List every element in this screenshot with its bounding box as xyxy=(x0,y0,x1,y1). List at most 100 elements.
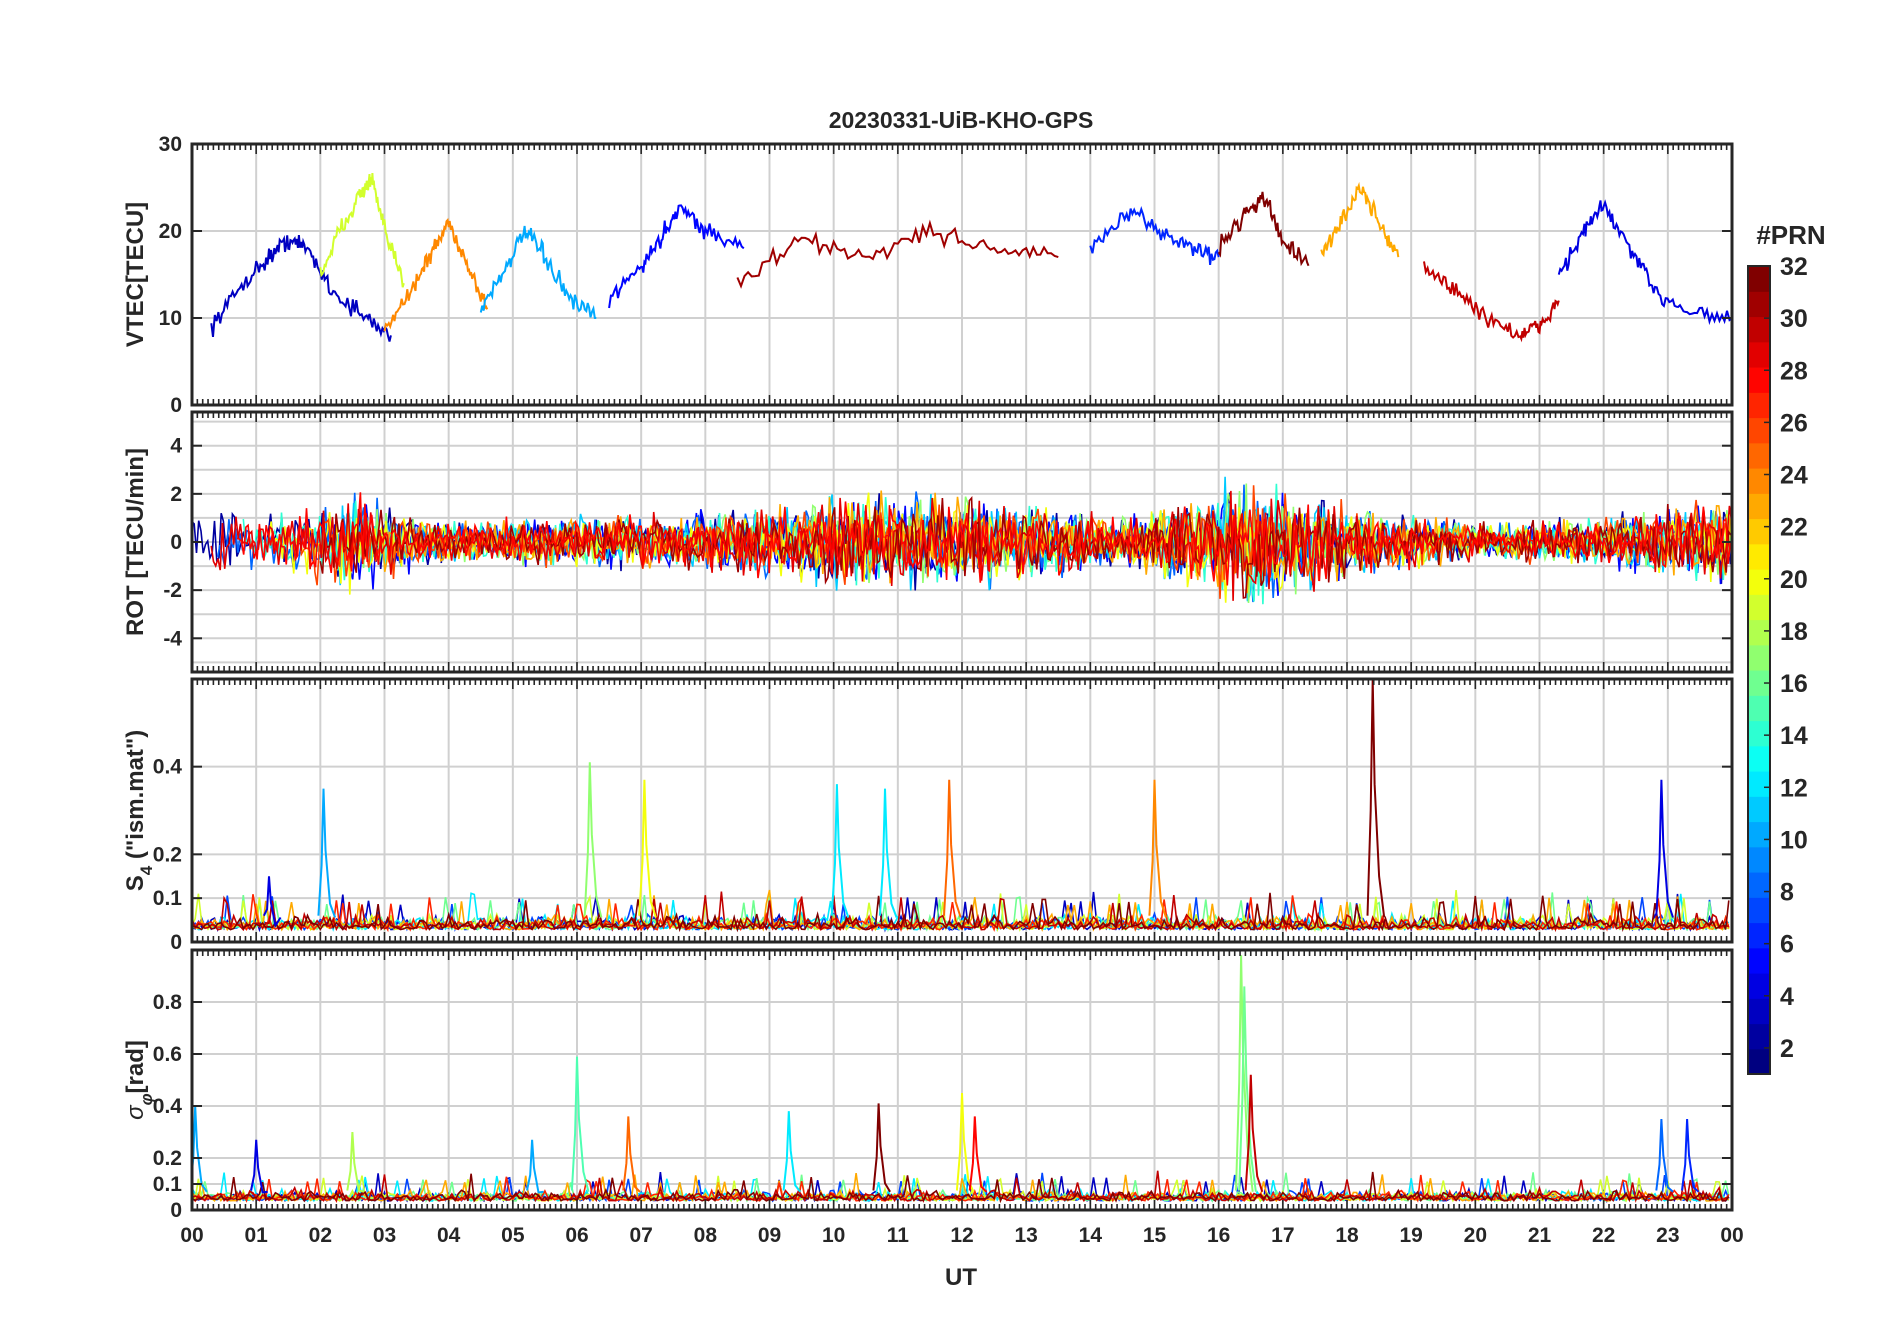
colorbar-band xyxy=(1748,518,1770,545)
colorbar-band xyxy=(1748,543,1770,570)
vtec-series-prn-4 xyxy=(1557,199,1732,326)
colorbar-tick-label: 10 xyxy=(1780,826,1808,854)
y-tick-label: 20 xyxy=(159,220,182,243)
sigma_phi-spike xyxy=(968,1116,988,1193)
sigma_phi-spike xyxy=(570,1056,590,1193)
colorbar-band xyxy=(1748,947,1770,974)
series-group xyxy=(210,173,1732,343)
x-tick-label: 21 xyxy=(1528,1224,1552,1247)
y-tick-label: 0.8 xyxy=(153,991,183,1014)
s4-spike xyxy=(583,762,603,918)
colorbar-tick-label: 16 xyxy=(1780,670,1808,698)
colorbar-band xyxy=(1748,695,1770,722)
colorbar-band xyxy=(1748,771,1770,797)
x-tick-label: 18 xyxy=(1335,1224,1359,1247)
y-tick-label: 0 xyxy=(170,394,182,417)
vtec-series-prn-24 xyxy=(383,217,489,332)
x-tick-label: 03 xyxy=(373,1224,396,1247)
colorbar-tick-label: 4 xyxy=(1780,983,1794,1011)
x-tick-label: 06 xyxy=(565,1224,588,1247)
y-tick-label: -4 xyxy=(163,627,182,650)
x-tick-label: 17 xyxy=(1271,1224,1294,1247)
y-axis-label-main: S xyxy=(122,875,149,891)
colorbar-tick-label: 24 xyxy=(1780,462,1808,490)
y-tick-label: 0.1 xyxy=(153,887,183,910)
x-tick-label: 09 xyxy=(758,1224,781,1247)
y-tick-label: 0 xyxy=(170,531,182,554)
colorbar-band xyxy=(1748,796,1770,823)
y-tick-label: 30 xyxy=(159,133,182,156)
x-tick-label: 07 xyxy=(629,1224,652,1247)
colorbar-tick-label: 2 xyxy=(1780,1035,1794,1063)
colorbar-tick-label: 18 xyxy=(1780,618,1808,646)
sigma_phi-spike xyxy=(346,1131,365,1193)
colorbar-band xyxy=(1748,468,1770,494)
x-tick-label: 01 xyxy=(244,1224,268,1247)
x-tick-label: 16 xyxy=(1207,1224,1230,1247)
x-tick-label: 14 xyxy=(1079,1224,1103,1247)
colorbar-band xyxy=(1748,973,1770,999)
series-group xyxy=(192,955,1730,1204)
colorbar-band xyxy=(1748,594,1770,621)
s4-spike xyxy=(1366,679,1386,918)
x-axis: UT 00 01 02 03 04 05 06 07 08 09 10 11 12 13 14 15 16 17 1… xyxy=(180,1224,1743,1291)
sigma_phi-spike xyxy=(622,1116,641,1193)
y-tick-label: 0.6 xyxy=(153,1043,182,1066)
colorbar-band xyxy=(1748,998,1770,1025)
vtec-series-prn-32 xyxy=(1217,191,1310,267)
figure: 20230331-UiB-KHO-GPS 0102030VTEC[TECU]-4… xyxy=(122,107,1826,1291)
x-tick-label: 22 xyxy=(1592,1224,1615,1247)
y-axis-label-sigma_phi: σφ[rad] xyxy=(122,1040,156,1120)
colorbar-tick-label: 26 xyxy=(1780,409,1808,437)
vtec-series-prn-5 xyxy=(608,204,745,309)
prn-colorbar: #PRN 2468101214161820222426283032 xyxy=(1747,220,1826,1075)
colorbar-band xyxy=(1748,922,1770,949)
vtec-series-prn-10 xyxy=(479,225,597,319)
x-tick-label: 00 xyxy=(1720,1224,1743,1247)
colorbar-band xyxy=(1748,417,1770,444)
colorbar-band xyxy=(1748,1023,1770,1050)
y-axis-label-rot: ROT [TECU/min] xyxy=(122,448,149,636)
colorbar-tick-label: 6 xyxy=(1780,931,1794,959)
colorbar-band xyxy=(1748,493,1770,520)
series-group xyxy=(192,679,1730,933)
panel-rot: -4 -2 0 2 4 ROT [TECU/min] xyxy=(122,410,1734,674)
y-tick-label: 4 xyxy=(170,435,182,458)
x-tick-label: 15 xyxy=(1143,1224,1167,1247)
colorbar-tick-label: 20 xyxy=(1780,566,1808,594)
colorbar-band xyxy=(1748,720,1770,747)
colorbar-tick-label: 8 xyxy=(1780,879,1794,907)
y-axis-label-vtec: VTEC[TECU] xyxy=(122,202,149,347)
colorbar-band xyxy=(1748,846,1770,873)
y-tick-label: 0.4 xyxy=(153,1095,183,1118)
y-tick-label: 10 xyxy=(159,307,182,330)
y-tick-label: 0.4 xyxy=(153,756,183,779)
colorbar-band xyxy=(1748,1048,1770,1075)
x-tick-label: 08 xyxy=(694,1224,718,1247)
colorbar-band xyxy=(1748,266,1770,292)
colorbar-band xyxy=(1748,821,1770,848)
y-tick-label: 2 xyxy=(170,483,182,506)
x-tick-label: 05 xyxy=(501,1224,525,1247)
x-tick-label: 00 xyxy=(180,1224,203,1247)
s4-spike xyxy=(1655,779,1674,918)
y-tick-label: 0 xyxy=(170,1199,182,1222)
s4-spike xyxy=(943,779,962,918)
x-tick-label: 20 xyxy=(1464,1224,1487,1247)
y-tick-label: 0 xyxy=(170,931,182,954)
x-tick-label: 04 xyxy=(437,1224,461,1247)
colorbar-tick-label: 32 xyxy=(1780,253,1808,281)
colorbar-label: #PRN xyxy=(1756,220,1825,250)
colorbar-tick-label: 28 xyxy=(1780,357,1808,385)
y-tick-label: 0.1 xyxy=(153,1173,183,1196)
colorbar-band xyxy=(1748,872,1770,898)
x-tick-label: 10 xyxy=(822,1224,845,1247)
y-axis-label-sub: φ xyxy=(137,1093,156,1105)
x-tick-label: 23 xyxy=(1656,1224,1679,1247)
x-tick-label: 02 xyxy=(309,1224,332,1247)
y-axis-label-rest: [rad] xyxy=(122,1040,149,1093)
colorbar-band xyxy=(1748,619,1770,646)
x-axis-label: UT xyxy=(945,1264,977,1291)
colorbar-tick-label: 22 xyxy=(1780,514,1808,542)
colorbar-band xyxy=(1748,745,1770,772)
